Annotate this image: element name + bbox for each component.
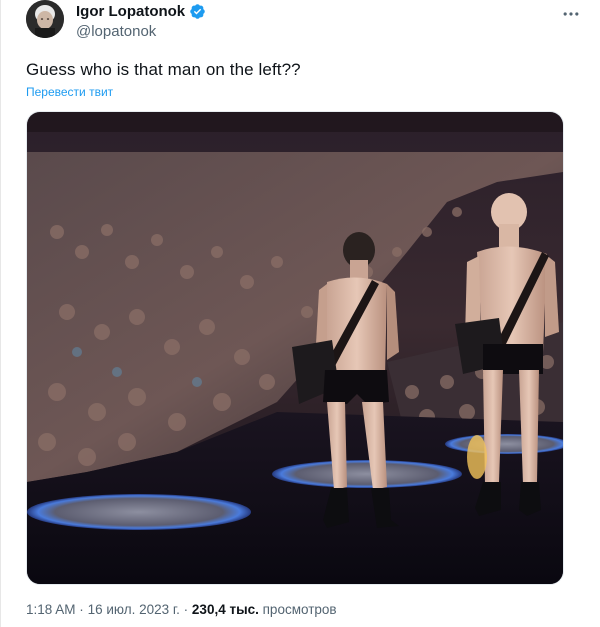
views-label: просмотров xyxy=(262,602,337,617)
verified-badge-icon xyxy=(189,3,206,20)
display-name[interactable]: Igor Lopatonok xyxy=(76,3,185,20)
tweet-card: Igor Lopatonok @lopatonok Guess who is t… xyxy=(0,0,600,627)
more-dots-icon xyxy=(563,12,579,16)
tweet-text: Guess who is that man on the left?? xyxy=(26,60,301,79)
views-count: 230,4 тыс. xyxy=(191,602,259,617)
more-options-button[interactable] xyxy=(556,2,586,26)
tweet-time[interactable]: 1:18 AM xyxy=(26,602,76,617)
meta-separator: · xyxy=(79,602,84,617)
avatar-portrait xyxy=(26,0,64,38)
name-row: Igor Lopatonok xyxy=(76,3,206,20)
tweet-media-image[interactable] xyxy=(26,111,564,585)
stage-photo xyxy=(27,112,563,584)
timeline-divider xyxy=(0,0,1,627)
translate-tweet-link[interactable]: Перевести твит xyxy=(26,85,113,99)
tweet-header: Igor Lopatonok @lopatonok xyxy=(26,0,586,48)
meta-separator-2: · xyxy=(183,602,189,617)
tweet-metadata: 1:18 AM · 16 июл. 2023 г. · 230,4 тыс. п… xyxy=(26,602,337,617)
avatar[interactable] xyxy=(26,0,64,38)
author-handle[interactable]: @lopatonok xyxy=(76,23,156,40)
tweet-date[interactable]: 16 июл. 2023 г. xyxy=(88,602,180,617)
